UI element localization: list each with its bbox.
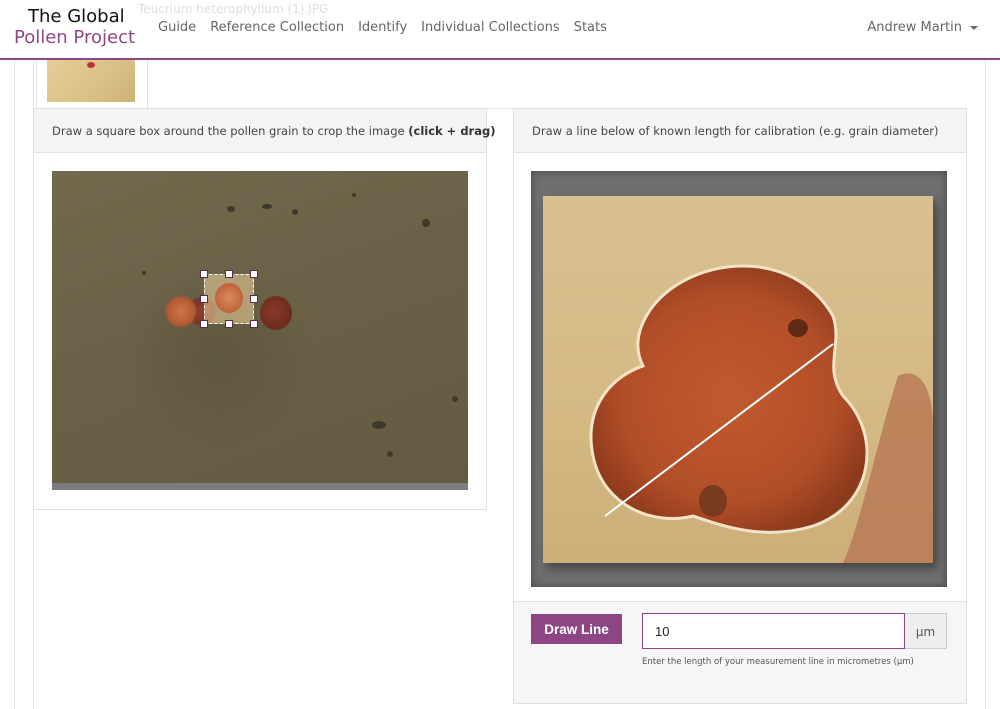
debris [227,206,235,212]
calibration-panel: Draw a line below of known length for ca… [513,108,967,704]
debris [352,193,356,197]
crop-panel: Draw a square box around the pollen grai… [33,108,495,510]
debris [262,204,272,209]
debris [142,271,146,275]
nav-link-stats[interactable]: Stats [574,20,607,35]
frame-divider-left [14,60,15,709]
unit-addon: µm [905,613,947,649]
crop-handle-top[interactable] [225,270,233,278]
debris [452,396,458,402]
crop-instruction: Draw a square box around the pollen grai… [52,124,405,138]
user-menu[interactable]: Andrew Martin [867,20,978,35]
debris [422,219,430,227]
crop-handle-top-right[interactable] [250,270,258,278]
crop-instruction-bold: (click + drag) [408,124,496,138]
debris [372,421,386,429]
crop-canvas[interactable] [52,171,468,490]
crop-selection-box[interactable] [200,270,258,328]
brand-line-2: Pollen Project [14,27,136,48]
nav-link-guide[interactable]: Guide [158,20,196,35]
debris [387,451,393,457]
nav-links: Guide Reference Collection Identify Indi… [158,20,607,35]
nav-link-reference-collection[interactable]: Reference Collection [210,20,344,35]
microscope-image [52,171,468,483]
crop-handle-bottom-right[interactable] [250,320,258,328]
selected-pollen-grain [215,283,243,313]
debris [292,209,298,215]
cropped-pollen-image [543,196,933,563]
second-pollen-grain [260,296,292,330]
nav-link-identify[interactable]: Identify [358,20,407,35]
calibration-canvas[interactable] [531,171,947,587]
draw-line-button[interactable]: Draw Line [531,614,622,644]
top-navbar: The Global Pollen Project Teucrium heter… [0,0,1000,60]
crop-handle-right[interactable] [250,295,258,303]
brand-line-1: The Global [28,6,125,27]
crop-panel-heading: Draw a square box around the pollen grai… [34,109,495,153]
brand-logo[interactable]: The Global Pollen Project [14,6,135,49]
image-thumbnail[interactable] [47,60,135,102]
calibration-footer: Draw Line µm Enter the length of your me… [514,601,966,703]
image-thumbnail-tab[interactable] [36,60,148,108]
faded-image-title: Teucrium heterophyllum (1).JPG [138,2,329,16]
crop-handle-bottom[interactable] [225,320,233,328]
crop-canvas-bottom-bar [52,483,468,490]
calibration-panel-heading: Draw a line below of known length for ca… [514,109,966,153]
crop-handle-bottom-left[interactable] [200,320,208,328]
line-length-input[interactable] [642,613,905,649]
frame-divider-right [985,60,986,709]
caret-down-icon [970,25,978,30]
line-length-help: Enter the length of your measurement lin… [642,657,914,667]
user-name: Andrew Martin [867,20,962,35]
nav-link-individual-collections[interactable]: Individual Collections [421,20,560,35]
crop-handle-left[interactable] [200,295,208,303]
crop-handle-top-left[interactable] [200,270,208,278]
pollen-illustration [589,264,933,563]
